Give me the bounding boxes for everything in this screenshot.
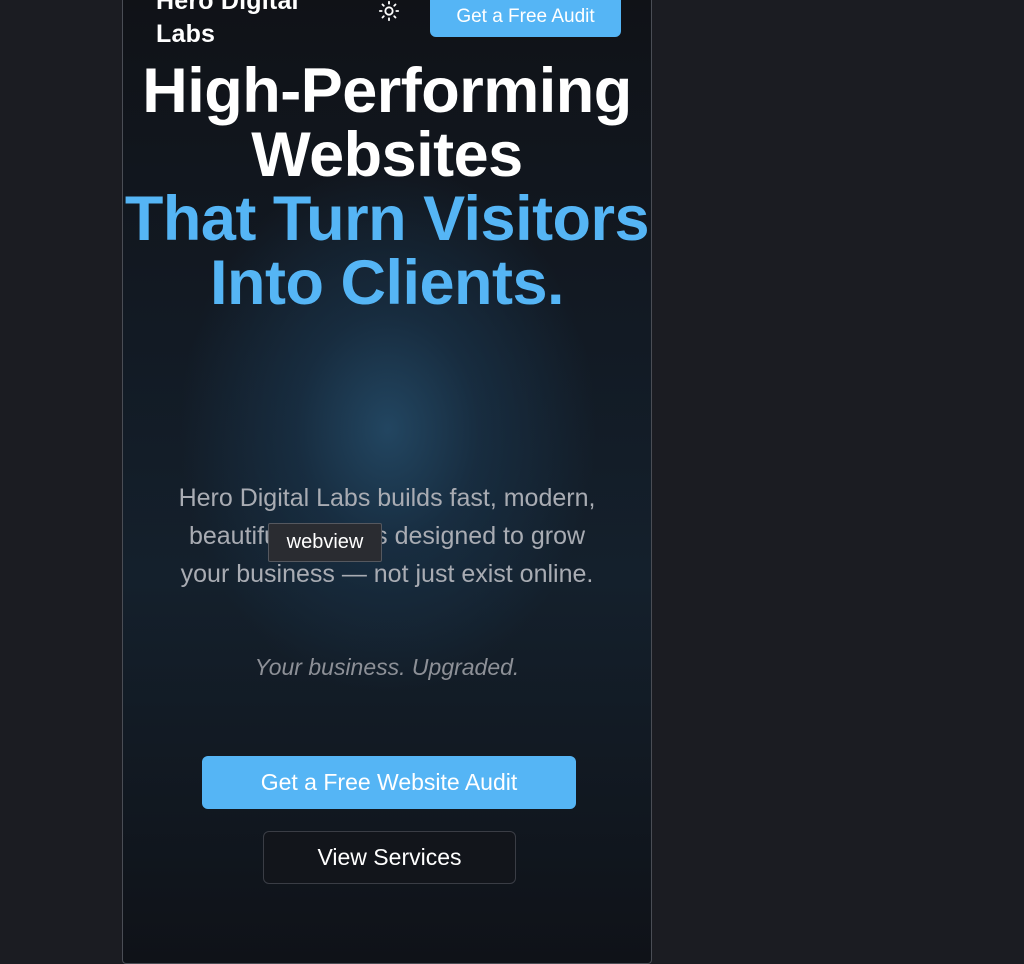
sun-icon — [378, 0, 400, 22]
theme-toggle-button[interactable] — [377, 0, 401, 23]
hero-title-white: High-Performing Websites — [142, 56, 632, 190]
hero-subtitle: Hero Digital Labs builds fast, modern, b… — [178, 484, 596, 588]
hero-title-blue: That Turn Visitors Into Clients. — [124, 184, 650, 318]
free-website-audit-button[interactable]: Get a Free Website Audit — [202, 756, 576, 809]
view-services-button[interactable]: View Services — [263, 831, 516, 884]
get-free-audit-button[interactable]: Get a Free Audit — [430, 0, 621, 37]
hero-tagline: Your business. Upgraded. — [254, 654, 520, 680]
brand-name[interactable]: Hero Digital Labs — [156, 0, 336, 51]
hero-title: High-Performing Websites That Turn Visit… — [123, 59, 651, 315]
webview-frame: Hero Digital Labs Get a Free Audit High-… — [122, 0, 652, 964]
webview-tooltip: webview — [268, 523, 382, 562]
